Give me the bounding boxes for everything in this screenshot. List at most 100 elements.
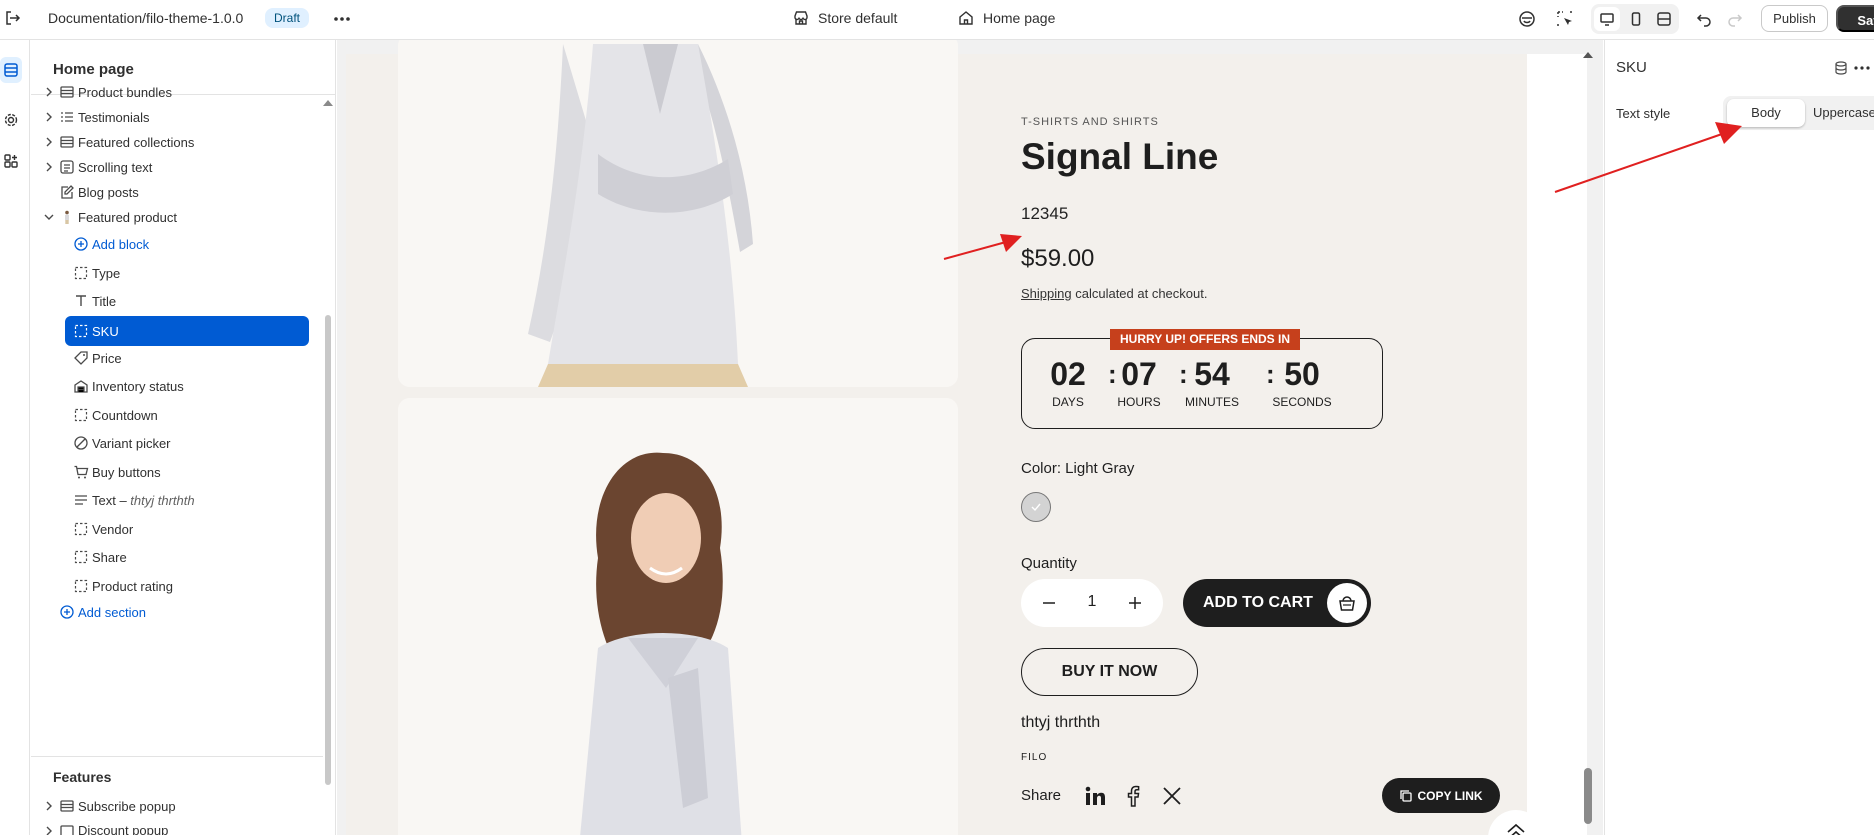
cart-icon [73,464,89,480]
section-icon [59,84,75,100]
chevron-right-icon[interactable] [42,824,56,835]
block-item-variant-picker[interactable]: Variant picker [31,428,321,458]
buy-it-now-button[interactable]: BUY IT NOW [1021,648,1198,696]
redo-icon[interactable] [1724,8,1746,30]
product-text: thtyj thrthth [1021,714,1101,731]
chevron-down-icon[interactable] [42,210,56,224]
more-actions-icon[interactable] [331,8,353,30]
chevron-right-icon[interactable] [42,110,56,124]
back-to-top-button[interactable] [1488,810,1544,835]
add-to-cart-label: ADD TO CART [1203,594,1313,611]
section-icon [59,823,75,835]
sidebar-scrollbar[interactable] [325,315,331,785]
chevron-right-icon[interactable] [42,135,56,149]
preview-canvas: T-SHIRTS AND SHIRTS Signal Line 12345 $5… [346,40,1587,835]
product-title: Signal Line [1021,136,1219,177]
inspector-icon[interactable] [1554,8,1576,30]
featured-product-section: T-SHIRTS AND SHIRTS Signal Line 12345 $5… [346,40,1544,835]
block-item-price[interactable]: Price [31,343,321,373]
block-label: Buy buttons [92,464,161,480]
scroll-up-arrow-icon[interactable] [322,98,334,108]
apps-icon[interactable] [0,148,22,174]
block-item-text[interactable]: Text – thtyj thrthth [31,485,321,515]
copy-link-button[interactable]: COPY LINK [1382,778,1500,813]
product-thumbnail-icon [59,209,75,225]
home-icon [959,11,973,25]
plus-icon[interactable] [1127,595,1143,611]
color-swatch-light-gray[interactable] [1021,492,1051,522]
theme-title: Documentation/filo-theme-1.0.0 [48,10,244,26]
block-item-title[interactable]: Title [31,286,321,316]
text-lines-icon [73,492,89,508]
page-selector[interactable]: Home page [957,9,1055,27]
text-section-icon [59,159,75,175]
sidebar-item-label: Featured product [78,209,178,225]
sidebar-item-label: Featured collections [78,134,195,150]
exit-icon[interactable] [2,8,22,28]
more-actions-icon[interactable] [1853,60,1871,76]
color-label: Color: Light Gray [1021,460,1135,477]
database-icon[interactable] [1833,60,1849,76]
block-label: Product rating [92,578,173,594]
chevron-right-icon[interactable] [42,160,56,174]
block-label: Vendor [92,521,134,537]
countdown-value: 50 [1284,356,1320,392]
linkedin-icon[interactable] [1083,784,1107,808]
shipping-link[interactable]: Shipping [1021,286,1072,301]
scroll-up-arrow-icon[interactable] [1582,50,1594,60]
chevron-right-icon[interactable] [42,85,56,99]
desktop-view-icon[interactable] [1594,7,1620,31]
countdown-minutes: 54 MINUTES [1172,357,1252,409]
copy-link-label: COPY LINK [1417,788,1483,803]
countdown-label: DAYS [1052,395,1084,409]
sidebar-item-discount-popup[interactable]: Discount popup [31,816,321,835]
block-item-vendor[interactable]: Vendor [31,514,321,544]
block-label: Title [92,293,117,309]
countdown-label: HOURS [1117,395,1161,409]
text-style-option-uppercase[interactable]: Uppercase [1813,99,1874,127]
countdown-value: 07 [1121,356,1157,392]
list-icon [59,109,75,125]
block-label: Countdown [92,407,158,423]
countdown-value: 02 [1050,356,1086,392]
add-to-cart-button[interactable]: ADD TO CART [1183,579,1371,627]
store-selector[interactable]: Store default [792,9,897,27]
sections-icon[interactable] [0,57,22,83]
block-frame-icon [73,323,89,339]
inventory-icon [73,378,89,394]
block-item-inventory-status[interactable]: Inventory status [31,371,321,401]
block-item-countdown[interactable]: Countdown [31,400,321,430]
sidebar-title: Home page [53,61,134,78]
sidebar-item-label: Discount popup [78,823,169,835]
preview-scrollbar[interactable] [1584,768,1592,824]
block-label: SKU [92,323,119,339]
block-detail: thtyj thrthth [130,492,195,508]
add-section-button[interactable]: Add section [31,597,321,627]
text-style-option-body[interactable]: Body [1727,99,1805,127]
undo-icon[interactable] [1693,8,1715,30]
block-item-type[interactable]: Type [31,258,321,288]
block-label: Inventory status [92,378,184,394]
settings-gear-icon[interactable] [0,107,22,133]
facebook-icon[interactable] [1121,784,1145,808]
block-item-share[interactable]: Share [31,542,321,572]
block-frame-icon [73,265,89,281]
add-block-button[interactable]: Add block [31,229,321,259]
block-item-sku[interactable]: SKU [65,316,309,346]
publish-button[interactable]: Publish [1761,5,1828,32]
add-block-label: Add block [92,236,150,252]
accessibility-icon[interactable] [1516,8,1538,30]
x-twitter-icon[interactable] [1160,784,1184,808]
mobile-view-icon[interactable] [1623,7,1649,31]
shipping-note: Shipping calculated at checkout. [1021,286,1207,301]
save-button[interactable]: Save [1836,5,1874,32]
fullscreen-view-icon[interactable] [1651,7,1677,31]
price-tag-icon [73,350,89,366]
chevron-right-icon[interactable] [42,799,56,813]
theme-preview: T-SHIRTS AND SHIRTS Signal Line 12345 $5… [337,40,1603,835]
block-item-buy-buttons[interactable]: Buy buttons [31,457,321,487]
sidebar-item-featured-product[interactable]: Featured product [31,202,321,232]
product-price: $59.00 [1021,245,1095,272]
add-circle-icon [73,236,89,252]
countdown-seconds: 50 SECONDS [1262,357,1342,409]
